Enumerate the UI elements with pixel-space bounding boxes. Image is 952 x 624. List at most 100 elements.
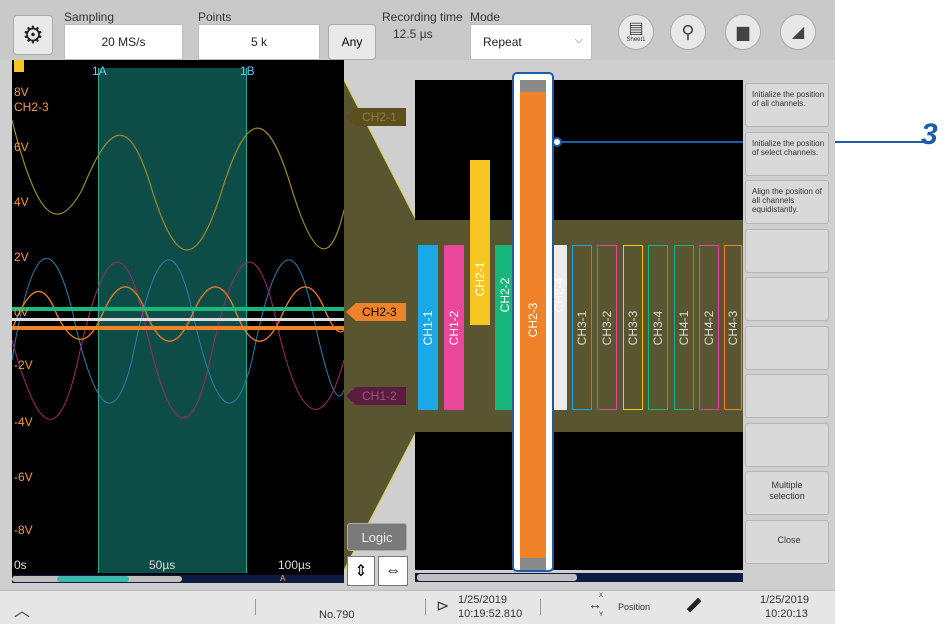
channel-bar-ch3-4[interactable]: CH3-4	[648, 245, 668, 410]
divider	[540, 599, 541, 615]
channel-bar-ch3-3[interactable]: CH3-3	[623, 245, 643, 410]
points-field[interactable]: 5 k	[198, 24, 320, 60]
gear-icon: ⚙	[22, 21, 44, 49]
waveform-traces	[12, 119, 344, 420]
position-indicator[interactable]: X ↔ Y Position	[588, 593, 658, 621]
y-label-minus6v: -6V	[14, 470, 33, 484]
trigger-icon: ⊳	[436, 598, 450, 615]
y-label-minus8v: -8V	[14, 523, 33, 537]
search-icon: ⚲	[681, 21, 695, 42]
vertical-move-button[interactable]: ⇕	[347, 556, 375, 586]
arrow-leftright-icon: ⇔	[385, 562, 401, 579]
channel-bar-ch4-1[interactable]: CH4-1	[674, 245, 694, 410]
folder-button[interactable]: ▆	[725, 14, 761, 50]
sheet-icon: ▤	[628, 19, 644, 37]
close-button[interactable]: Close	[745, 520, 829, 564]
y-label-0v: 0V	[14, 305, 29, 319]
trigger-time: 10:19:52.810	[458, 608, 523, 620]
y-label-minus4v: -4V	[14, 415, 33, 429]
bar-top-handle[interactable]	[520, 80, 546, 92]
sheet-button[interactable]: ▤ Sheet1	[618, 14, 654, 50]
any-button[interactable]: Any	[328, 24, 376, 60]
position-arrow-icon: ↔	[588, 596, 602, 612]
align-equidistant-button[interactable]: Align the position of all channels equid…	[745, 180, 829, 224]
channel-bar-ch4-2[interactable]: CH4-2	[699, 245, 719, 410]
position-axis-y: Y	[599, 612, 604, 618]
y-label-minus2v: -2V	[14, 358, 33, 372]
waveform-display[interactable]: 1A 1B CH2-3 8V 6V 4V 2V 0V -2V -4V -6V -…	[12, 60, 344, 575]
x-label-0s: 0s	[14, 558, 27, 572]
folder-icon: ▆	[736, 24, 750, 41]
channel-bar-label: CH3-4	[651, 310, 665, 345]
y-label-6v: 6V	[14, 140, 29, 154]
status-bar: ︿ No.790 ⊳ 1/25/2019 10:19:52.810 X ↔ Y …	[0, 590, 835, 624]
marker-ch1-2-label: CH1-2	[362, 389, 397, 403]
arrow-updown-icon: ⇕	[354, 563, 368, 580]
expand-button[interactable]: ◢	[780, 14, 816, 50]
usb-icon: ▬	[680, 591, 705, 616]
channel-position-panel[interactable]: CH1-1 CH1-2 CH2-1 CH2-2 CH2-4 CH3-1 CH3-…	[415, 72, 743, 572]
channel-label: CH2-3	[14, 100, 49, 114]
channel-bar-label: CH2-4	[552, 277, 566, 312]
channel-bar-label: CH1-1	[421, 310, 435, 345]
x-label-50us: 50µs	[149, 558, 176, 572]
mode-value: Repeat	[483, 35, 522, 49]
sampling-label: Sampling	[64, 10, 115, 24]
marker-ch1-2[interactable]: CH1-2	[346, 387, 406, 405]
channel-bar-label: CH3-3	[626, 310, 640, 345]
channel-bar-ch1-2[interactable]: CH1-2	[444, 245, 464, 410]
channel-bar-label: CH4-1	[677, 310, 691, 345]
multiple-selection-button[interactable]: Multiple selection	[745, 471, 829, 515]
initialize-select-button[interactable]: Initialize the position of select channe…	[745, 132, 829, 176]
divider	[425, 599, 426, 615]
chevron-up-icon[interactable]: ︿	[14, 597, 30, 621]
channel-bar-label: CH2-3	[526, 302, 540, 338]
blank-button-5[interactable]	[745, 423, 829, 467]
bar-bottom-handle[interactable]	[520, 558, 546, 570]
mode-select[interactable]: Repeat ⌵	[470, 24, 592, 60]
divider	[255, 599, 256, 615]
channel-bar-ch2-3[interactable]: CH2-3	[520, 80, 546, 570]
expand-icon: ◢	[791, 24, 805, 41]
x-label-100us: 100µs	[278, 558, 311, 572]
clock-date: 1/25/2019	[760, 594, 809, 606]
zoom-connector	[344, 80, 416, 570]
search-button[interactable]: ⚲	[670, 14, 706, 50]
channel-scrollbar-thumb[interactable]	[417, 574, 577, 581]
blank-button-3[interactable]	[745, 326, 829, 370]
marker-ch2-1[interactable]: CH2-1	[346, 108, 406, 126]
sheet-label: Sheet1	[626, 36, 646, 43]
initialize-all-button[interactable]: Initialize the position of all channels.	[745, 83, 829, 127]
y-label-2v: 2V	[14, 250, 29, 264]
y-label-4v: 4V	[14, 195, 29, 209]
channel-bar-label: CH2-1	[473, 261, 487, 297]
callout-number: 3	[921, 118, 938, 151]
scrollbar-range	[57, 576, 129, 582]
waveform-scrollbar[interactable]: A	[12, 574, 344, 583]
channel-scrollbar[interactable]	[415, 573, 743, 582]
marker-ch2-1-label: CH2-1	[362, 110, 397, 124]
blank-button-2[interactable]	[745, 277, 829, 321]
channel-bar-ch4-3[interactable]: CH4-3	[724, 245, 742, 410]
logic-button[interactable]: Logic	[347, 523, 407, 551]
sampling-field[interactable]: 20 MS/s	[64, 24, 183, 60]
position-label: Position	[618, 602, 651, 612]
marker-ch2-3[interactable]: CH2-3	[346, 303, 406, 321]
blank-button-4[interactable]	[745, 374, 829, 418]
channel-bar-ch3-1[interactable]: CH3-1	[572, 245, 592, 410]
channel-bar-ch1-1[interactable]: CH1-1	[418, 245, 438, 410]
channel-bar-label: CH3-2	[600, 310, 614, 345]
horizontal-move-button[interactable]: ⇔	[378, 556, 408, 586]
right-panel: Initialize the position of all channels.…	[743, 80, 835, 590]
channel-bar-label: CH2-2	[498, 277, 512, 312]
channel-bar-label: CH3-1	[575, 310, 589, 345]
right-margin	[835, 0, 952, 623]
channel-bar-label: CH4-3	[726, 310, 740, 345]
blank-button-1[interactable]	[745, 229, 829, 273]
settings-button[interactable]: ⚙	[13, 15, 53, 55]
channel-bar-ch3-2[interactable]: CH3-2	[597, 245, 617, 410]
channel-bar-ch2-1[interactable]: CH2-1	[470, 160, 490, 325]
trigger-date: 1/25/2019	[458, 594, 507, 606]
mode-label: Mode	[470, 10, 501, 24]
top-toolbar: ⚙ Sampling 20 MS/s Points 5 k Any Record…	[0, 0, 835, 60]
